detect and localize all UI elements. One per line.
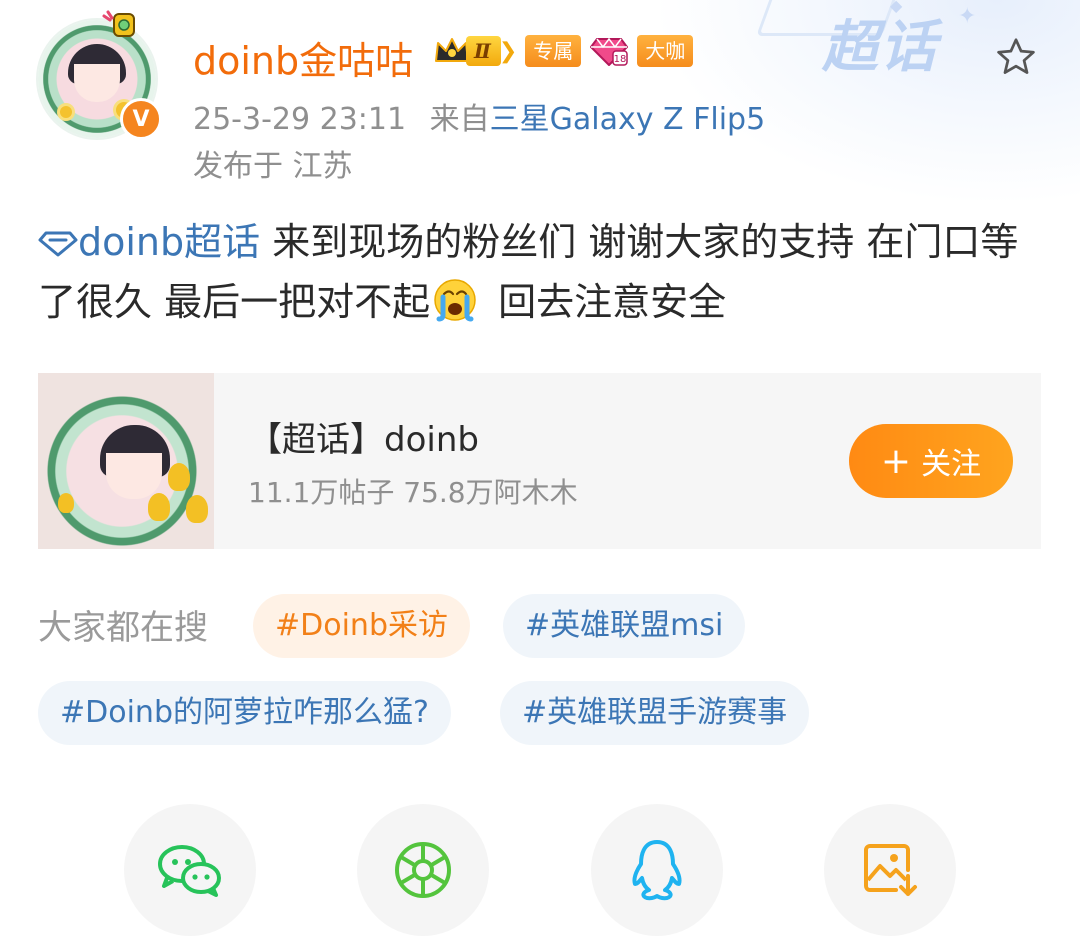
user-badges: Ⅱ ❯ 专属 18 大咖 xyxy=(432,33,694,69)
cover-tulip xyxy=(168,463,190,491)
plus-icon: + xyxy=(880,440,912,482)
share-qq-button[interactable] xyxy=(591,804,723,936)
hot-search-chip[interactable]: #Doinb的阿萝拉咋那么猛? xyxy=(38,681,451,745)
avatar-flower xyxy=(60,106,72,118)
post-timestamp: 25-3-29 23:11 xyxy=(193,102,407,137)
star-outline-icon xyxy=(997,38,1035,74)
hot-search-chip[interactable]: #英雄联盟msi xyxy=(503,594,746,658)
level-number: Ⅱ xyxy=(466,36,501,66)
share-wechat-button[interactable] xyxy=(124,804,256,936)
weibo-post-page: 超话 ✦ ◆ V doinb金咕咕 Ⅱ ❯ 专属 18 大咖 25-3-29 2… xyxy=(0,0,1080,951)
diamond-gem-icon[interactable]: 18 xyxy=(589,33,629,69)
qq-icon xyxy=(632,840,682,901)
crying-face-icon xyxy=(434,279,476,322)
hot-search-label: 大家都在搜 xyxy=(38,608,208,648)
cover-tulip xyxy=(186,495,208,523)
chevron-right-icon: ❯ xyxy=(498,38,518,64)
wechat-icon xyxy=(158,845,221,897)
member-level-badge[interactable]: Ⅱ ❯ xyxy=(432,33,517,69)
avatar-face xyxy=(74,64,120,102)
supertopic-link[interactable]: doinb超话 xyxy=(38,220,260,264)
supertopic-link-text: doinb超话 xyxy=(78,220,261,264)
post-content: doinb超话 来到现场的粉丝们 谢谢大家的支持 在门口等了很久 最后一把对不起… xyxy=(38,212,1048,332)
device-link[interactable]: 三星Galaxy Z Flip5 xyxy=(490,102,766,137)
hot-search-chip[interactable]: #英雄联盟手游赛事 xyxy=(500,681,810,745)
post-location: 发布于 江苏 xyxy=(193,149,353,184)
share-moments-button[interactable] xyxy=(357,804,489,936)
sparkle-icon: ◆ xyxy=(890,0,903,15)
supertopic-cover-image xyxy=(38,373,214,549)
cover-tulip xyxy=(148,493,170,521)
svg-text:18: 18 xyxy=(614,54,627,65)
post-meta: 25-3-29 23:11 来自三星Galaxy Z Flip5 xyxy=(193,94,765,138)
source-prefix: 来自 xyxy=(429,102,490,137)
username[interactable]: doinb金咕咕 xyxy=(193,30,413,85)
follow-label: 关注 xyxy=(921,447,982,482)
moments-icon xyxy=(395,842,451,898)
cover-face xyxy=(106,453,162,499)
save-image-button[interactable] xyxy=(824,804,956,936)
verified-badge-icon: V xyxy=(120,98,162,140)
supertopic-diamond-icon xyxy=(38,231,78,257)
avatar-pendant-icon xyxy=(102,10,135,37)
hot-search-chip[interactable]: #Doinb采访 xyxy=(253,594,470,658)
follow-button[interactable]: + 关注 xyxy=(849,424,1013,498)
sparkle-icon: ✦ xyxy=(958,4,977,29)
exclusive-tag[interactable]: 专属 xyxy=(525,35,582,67)
supertopic-watermark: 超话 xyxy=(822,15,938,80)
cover-tulip xyxy=(58,493,74,513)
post-text-part2: 回去注意安全 xyxy=(486,280,727,324)
supertopic-card[interactable]: 【超话】doinb 11.1万帖子 75.8万阿木木 + 关注 xyxy=(38,373,1041,549)
save-image-icon xyxy=(864,844,917,896)
bigshot-tag[interactable]: 大咖 xyxy=(637,35,694,67)
favorite-star-button[interactable] xyxy=(993,34,1039,80)
